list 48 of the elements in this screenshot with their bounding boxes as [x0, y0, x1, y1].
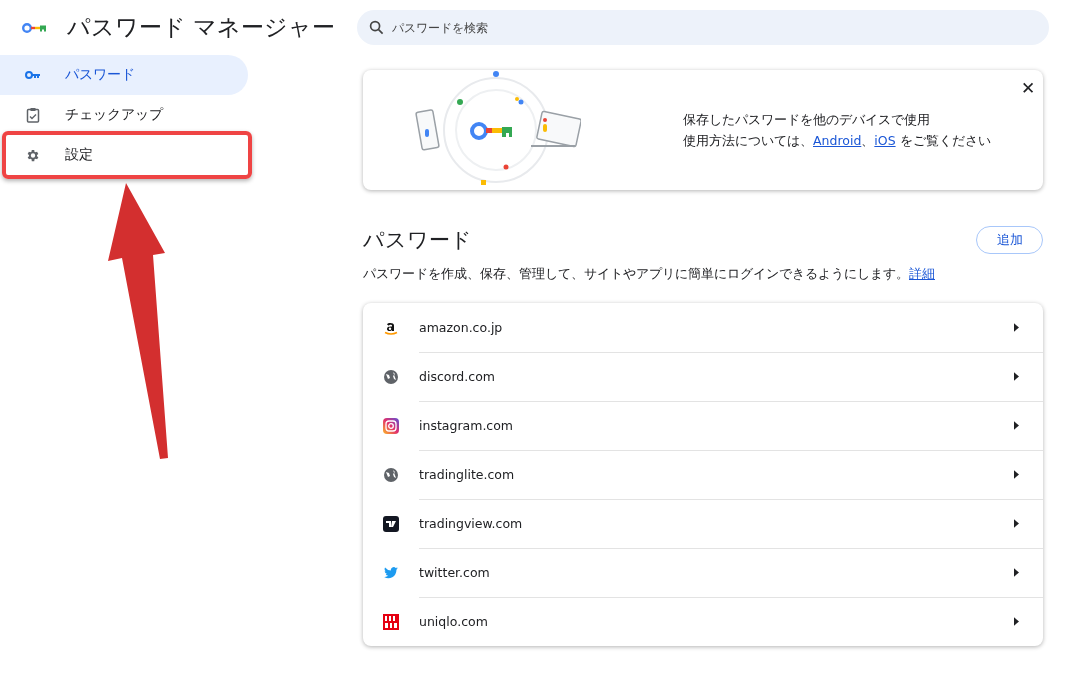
add-button[interactable]: 追加	[976, 226, 1043, 254]
site-name: amazon.co.jp	[419, 320, 504, 335]
app-title: パスワード マネージャー	[67, 13, 336, 42]
bird-icon	[384, 566, 398, 579]
globe-icon	[383, 466, 399, 483]
password-row[interactable]: discord.com	[363, 352, 1043, 401]
close-button[interactable]: ✕	[1019, 76, 1037, 101]
search-icon	[369, 20, 384, 35]
clipboard-check-icon	[25, 107, 41, 123]
password-row[interactable]: instagram.com	[363, 401, 1043, 450]
sidebar-item[interactable]: パスワード	[0, 55, 248, 95]
android-link[interactable]: Android	[813, 133, 862, 148]
ios-link[interactable]: iOS	[874, 133, 896, 148]
banner-text: をご覧ください	[898, 133, 991, 148]
caret-icon	[1014, 323, 1019, 332]
key-logo-icon	[22, 21, 48, 34]
section-description: パスワードを作成、保存、管理して、サイトやアプリに簡単にログインできるようにします。	[363, 266, 909, 281]
password-row[interactable]: amazon.co.jp	[363, 303, 1043, 352]
site-name: tradinglite.com	[419, 467, 516, 482]
sidebar-item[interactable]: 設定	[0, 135, 248, 175]
caret-icon	[1014, 568, 1019, 577]
caret-icon	[1014, 421, 1019, 430]
password-row[interactable]: uniqlo.com	[363, 597, 1043, 646]
details-link[interactable]: 詳細	[909, 266, 935, 281]
settings-icon	[25, 147, 41, 163]
password-row[interactable]: tradingview.com	[363, 499, 1043, 548]
site-name: tradingview.com	[419, 516, 524, 531]
sidebar-item[interactable]: チェックアップ	[0, 95, 248, 135]
site-name: twitter.com	[419, 565, 491, 580]
site-name: uniqlo.com	[419, 614, 489, 629]
search-field[interactable]: パスワードを検索	[357, 10, 1049, 45]
key-icon	[25, 70, 41, 80]
banner-heading: 保存したパスワードを他のデバイスで使用	[683, 111, 931, 129]
site-name: instagram.com	[419, 418, 515, 433]
instagram-favicon-icon	[383, 417, 399, 434]
caret-icon	[1014, 372, 1019, 381]
separator-text: 、	[861, 133, 875, 148]
password-row[interactable]: tradinglite.com	[363, 450, 1043, 499]
tradingview-favicon-icon	[383, 515, 399, 532]
caret-icon	[1014, 470, 1019, 479]
globe-icon	[383, 368, 399, 385]
password-row[interactable]: twitter.com	[363, 548, 1043, 597]
uniqlo-favicon-icon	[383, 613, 399, 630]
caret-icon	[1014, 617, 1019, 626]
caret-icon	[1014, 519, 1019, 528]
section-title: パスワード	[363, 227, 472, 254]
banner-text: 使用方法については、	[683, 133, 813, 148]
site-name: discord.com	[419, 369, 496, 384]
